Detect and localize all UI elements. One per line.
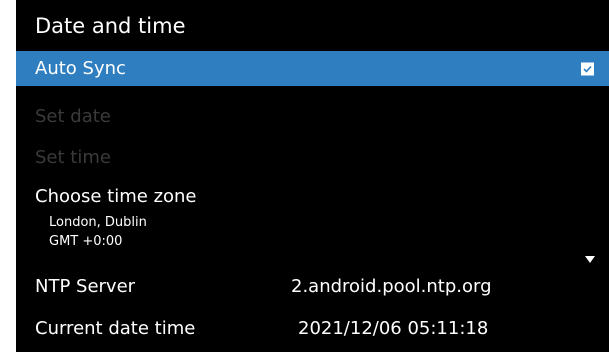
ntp-server-value: 2.android.pool.ntp.org	[291, 275, 492, 297]
scroll-down-icon	[585, 256, 595, 263]
auto-sync-item[interactable]: Auto Sync	[16, 51, 609, 86]
page-title-text: Date and time	[35, 13, 186, 38]
set-date-item[interactable]: Set date	[16, 96, 609, 136]
time-zone-offset: GMT +0:00	[49, 234, 123, 249]
ntp-server-label: NTP Server	[35, 275, 136, 297]
page-title: Date and time	[16, 0, 609, 51]
date-time-panel: Date and time Auto Sync Set date Set tim…	[16, 0, 609, 352]
current-date-time-label: Current date time	[35, 317, 196, 339]
current-date-time-item: Current date time 2021/12/06 05:11:18	[16, 308, 609, 348]
current-date-time-value: 2021/12/06 05:11:18	[298, 317, 489, 339]
set-time-item[interactable]: Set time	[16, 137, 609, 177]
checkbox-checked-icon[interactable]	[581, 62, 594, 75]
set-date-label: Set date	[35, 105, 111, 127]
ntp-server-item[interactable]: NTP Server 2.android.pool.ntp.org	[16, 266, 609, 306]
time-zone-city: London, Dublin	[49, 215, 147, 230]
auto-sync-label: Auto Sync	[35, 58, 126, 79]
set-time-label: Set time	[35, 146, 111, 168]
choose-time-zone-label: Choose time zone	[35, 186, 197, 207]
